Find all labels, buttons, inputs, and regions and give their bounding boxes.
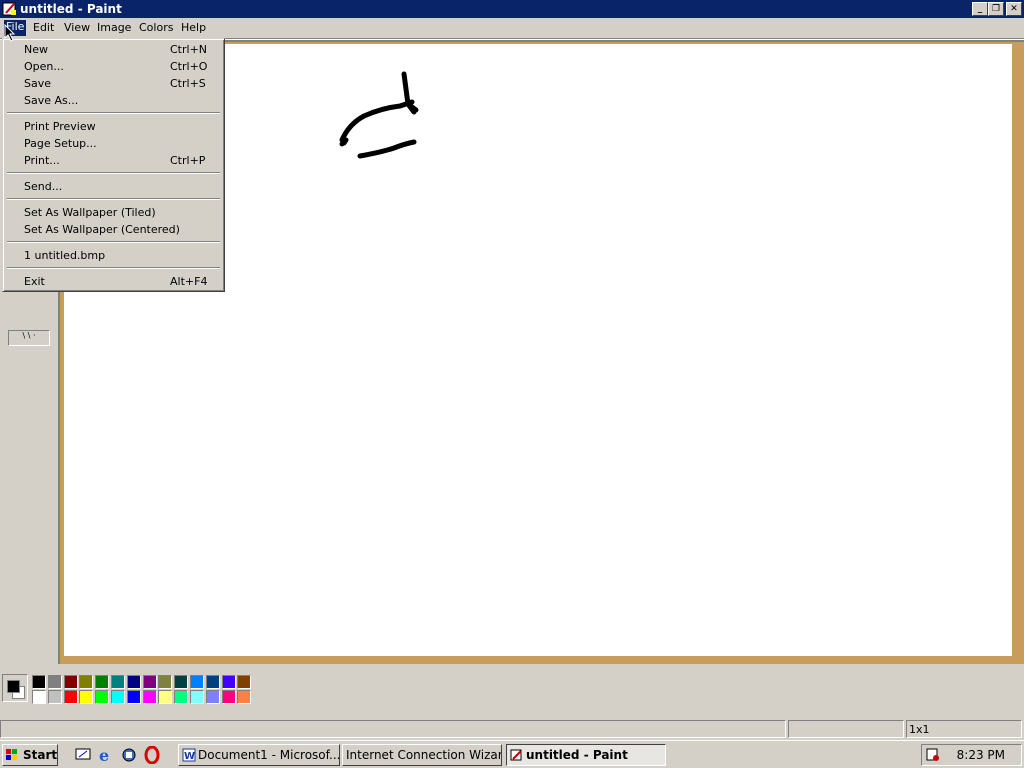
palette-swatch[interactable] [142, 675, 157, 689]
menu-separator [7, 112, 220, 114]
menu-item-wallpaper-centered[interactable]: Set As Wallpaper (Centered) [5, 221, 222, 238]
task-internet-connection-wizard[interactable]: Internet Connection Wizard [342, 744, 502, 766]
menu-item-save-as[interactable]: Save As... [5, 92, 222, 109]
task-document1[interactable]: W Document1 - Microsof... [178, 744, 340, 766]
color-palette [0, 664, 1024, 718]
desktop-icon[interactable] [74, 746, 92, 764]
palette-swatch[interactable] [126, 690, 141, 704]
palette-swatch[interactable] [47, 675, 62, 689]
scheduler-icon[interactable] [926, 748, 940, 762]
file-menu-dropdown: New Ctrl+N Open... Ctrl+O Save Ctrl+S Sa… [2, 38, 225, 292]
menu-separator [7, 198, 220, 200]
svg-text:e: e [99, 746, 109, 764]
menu-help[interactable]: Help [181, 21, 206, 34]
status-message [0, 720, 786, 738]
close-icon: ✕ [1010, 4, 1018, 14]
status-coords [788, 720, 904, 738]
menu-item-page-setup[interactable]: Page Setup... [5, 135, 222, 152]
palette-swatch[interactable] [174, 690, 189, 704]
palette-swatch[interactable] [237, 675, 252, 689]
svg-text:W: W [184, 751, 195, 762]
current-colors[interactable] [2, 674, 28, 702]
windows-flag-icon [6, 749, 17, 760]
status-size: 1x1 [906, 720, 1022, 738]
minimize-icon: _ [977, 4, 983, 14]
restore-icon: ❐ [991, 4, 1001, 14]
menu-image[interactable]: Image [97, 21, 131, 34]
close-button[interactable]: ✕ [1006, 2, 1022, 16]
start-button[interactable]: Start [2, 744, 58, 766]
menu-separator [7, 172, 220, 174]
task-label: untitled - Paint [526, 748, 628, 762]
task-paint[interactable]: untitled - Paint [506, 744, 666, 766]
palette-swatch[interactable] [158, 690, 173, 704]
title-bar[interactable]: untitled - Paint _ ❐ ✕ [0, 0, 1024, 18]
tool-options-box[interactable]: \ \ · [8, 330, 50, 346]
palette-swatch[interactable] [205, 690, 220, 704]
paint-icon [510, 749, 522, 761]
window-title: untitled - Paint [20, 2, 122, 16]
palette-swatch[interactable] [190, 690, 204, 704]
paint-app-icon[interactable] [2, 1, 18, 17]
channels-icon[interactable] [120, 746, 138, 764]
palette-swatch[interactable] [221, 675, 236, 689]
clock[interactable]: 8:23 PM [957, 748, 1005, 762]
palette-swatch[interactable] [47, 690, 62, 704]
menu-separator [7, 241, 220, 243]
palette-swatch[interactable] [111, 690, 125, 704]
menu-colors[interactable]: Colors [139, 21, 173, 34]
palette-swatch[interactable] [32, 675, 46, 689]
start-label: Start [23, 748, 58, 762]
palette-swatch[interactable] [95, 690, 110, 704]
palette-swatch[interactable] [111, 675, 125, 689]
restore-button[interactable]: ❐ [988, 2, 1004, 16]
palette-swatch[interactable] [142, 690, 157, 704]
palette-swatch[interactable] [79, 690, 94, 704]
menu-item-recent-file[interactable]: 1 untitled.bmp [5, 247, 222, 264]
palette-swatch[interactable] [63, 675, 78, 689]
menu-bar: File Edit View Image Colors Help [0, 18, 1024, 38]
word-icon: W [182, 748, 196, 762]
minimize-button[interactable]: _ [972, 2, 988, 16]
palette-swatch[interactable] [79, 675, 94, 689]
opera-icon[interactable] [143, 746, 161, 764]
menu-item-print-preview[interactable]: Print Preview [5, 118, 222, 135]
palette-swatch[interactable] [95, 675, 110, 689]
menu-item-wallpaper-tiled[interactable]: Set As Wallpaper (Tiled) [5, 204, 222, 221]
menu-item-print[interactable]: Print... Ctrl+P [5, 152, 222, 169]
menu-item-save[interactable]: Save Ctrl+S [5, 75, 222, 92]
task-label: Document1 - Microsof... [198, 748, 340, 762]
taskbar: Start e W Document1 - Microsof... Intern… [0, 740, 1024, 768]
palette-swatch[interactable] [205, 675, 220, 689]
menu-item-new[interactable]: New Ctrl+N [5, 41, 222, 58]
palette-swatch[interactable] [221, 690, 236, 704]
palette-swatch[interactable] [32, 690, 46, 704]
menu-view[interactable]: View [64, 21, 90, 34]
palette-swatch[interactable] [174, 675, 189, 689]
menu-separator [7, 267, 220, 269]
palette-swatch[interactable] [237, 690, 252, 704]
mouse-cursor-icon [4, 24, 16, 42]
palette-swatch[interactable] [63, 690, 78, 704]
ie-icon[interactable]: e [97, 746, 115, 764]
status-bar: 1x1 [0, 718, 1024, 740]
palette-swatch[interactable] [126, 675, 141, 689]
menu-edit[interactable]: Edit [33, 21, 54, 34]
menu-item-exit[interactable]: Exit Alt+F4 [5, 273, 222, 290]
system-tray: 8:23 PM [921, 744, 1022, 766]
menu-item-send[interactable]: Send... [5, 178, 222, 195]
palette-swatch[interactable] [190, 675, 204, 689]
foreground-color [7, 680, 20, 693]
menu-item-open[interactable]: Open... Ctrl+O [5, 58, 222, 75]
palette-swatch[interactable] [158, 675, 173, 689]
task-label: Internet Connection Wizard [346, 748, 502, 762]
